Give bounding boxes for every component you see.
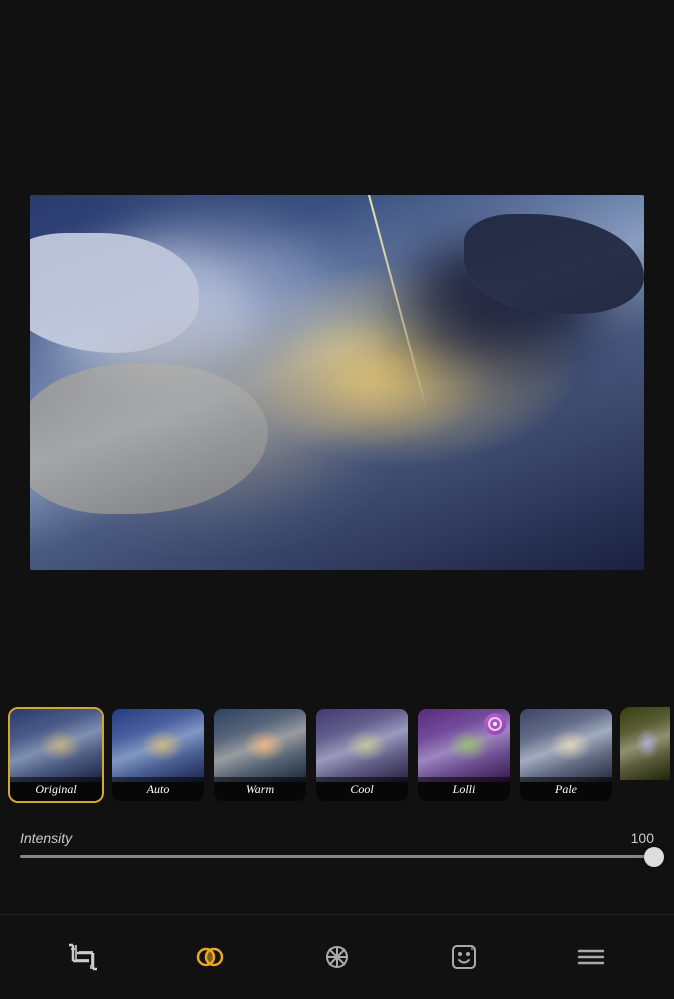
- intensity-slider-row: [0, 855, 674, 858]
- filter-icon: [194, 941, 226, 973]
- filter-thumb-original: [10, 709, 102, 782]
- nav-item-crop[interactable]: [53, 927, 113, 987]
- filter-item-auto[interactable]: Auto: [110, 707, 206, 803]
- nav-item-filter[interactable]: [180, 927, 240, 987]
- intensity-slider-fill: [20, 855, 654, 858]
- nav-item-more[interactable]: [561, 927, 621, 987]
- intensity-row: Intensity 100: [0, 818, 674, 858]
- filter-item-cool[interactable]: Cool: [314, 707, 410, 803]
- bottom-nav: [0, 914, 674, 999]
- filter-label-warm: Warm: [214, 777, 306, 801]
- filter-label-pale: Pale: [520, 777, 612, 801]
- nav-item-adjust[interactable]: [307, 927, 367, 987]
- intensity-slider-track[interactable]: [20, 855, 654, 858]
- nav-item-sticker[interactable]: [434, 927, 494, 987]
- filter-item-warm[interactable]: Warm: [212, 707, 308, 803]
- filter-thumb-warm: [214, 709, 306, 782]
- filter-thumb-auto: [112, 709, 204, 782]
- filter-item-pale[interactable]: Pale: [518, 707, 614, 803]
- filter-label-original: Original: [10, 777, 102, 801]
- sticker-icon: [448, 941, 480, 973]
- lolli-badge-inner: [488, 717, 502, 731]
- filter-section: Original Auto Warm Cool: [0, 700, 674, 999]
- filter-label-cool: Cool: [316, 777, 408, 801]
- filter-thumb-cool: [316, 709, 408, 782]
- filter-item-lolli[interactable]: Lolli: [416, 707, 512, 803]
- more-icon: [575, 941, 607, 973]
- filter-label-auto: Auto: [112, 777, 204, 801]
- filter-item-original[interactable]: Original: [8, 707, 104, 803]
- lolli-badge: [484, 713, 506, 735]
- intensity-label: Intensity: [20, 830, 110, 846]
- filter-item-b[interactable]: [620, 707, 670, 803]
- filter-label-lolli: Lolli: [418, 777, 510, 801]
- cloud-layer-3: [30, 195, 644, 570]
- filter-thumb-b: [620, 707, 670, 780]
- intensity-value: 100: [614, 830, 654, 846]
- crop-icon: [67, 941, 99, 973]
- filter-strip: Original Auto Warm Cool: [0, 700, 674, 810]
- intensity-slider-thumb[interactable]: [644, 847, 664, 867]
- adjust-icon: [321, 941, 353, 973]
- photo-preview: [30, 195, 644, 570]
- filter-thumb-pale: [520, 709, 612, 782]
- main-image-area: [0, 0, 674, 700]
